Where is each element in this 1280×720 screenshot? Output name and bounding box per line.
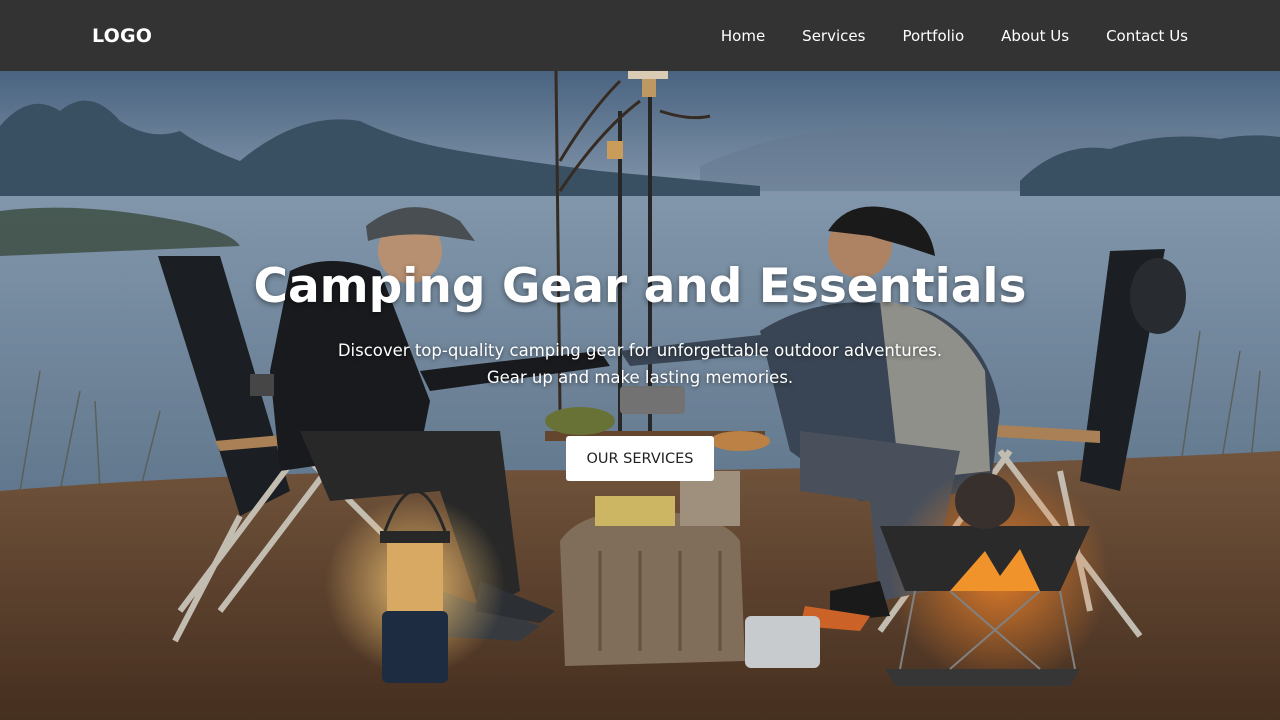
hero-subtitle-line-1: Discover top-quality camping gear for un…: [337, 341, 943, 360]
our-services-button[interactable]: OUR SERVICES: [566, 436, 714, 481]
nav-link-about-us[interactable]: About Us: [1001, 27, 1069, 45]
nav-link-portfolio[interactable]: Portfolio: [902, 27, 964, 45]
hero-subtitle-line-2: Gear up and make lasting memories.: [486, 368, 794, 387]
nav-link-services[interactable]: Services: [802, 27, 865, 45]
hero-content: Camping Gear and Essentials Discover top…: [0, 71, 1280, 720]
hero-section: Camping Gear and Essentials Discover top…: [0, 71, 1280, 720]
navbar: LOGO Home Services Portfolio About Us Co…: [0, 0, 1280, 71]
logo[interactable]: LOGO: [92, 25, 152, 47]
nav-link-home[interactable]: Home: [721, 27, 765, 45]
nav-link-contact-us[interactable]: Contact Us: [1106, 27, 1188, 45]
hero-title: Camping Gear and Essentials: [253, 259, 1027, 314]
hero-subtitle: Discover top-quality camping gear for un…: [0, 337, 1280, 391]
nav-menu: Home Services Portfolio About Us Contact…: [721, 27, 1188, 45]
